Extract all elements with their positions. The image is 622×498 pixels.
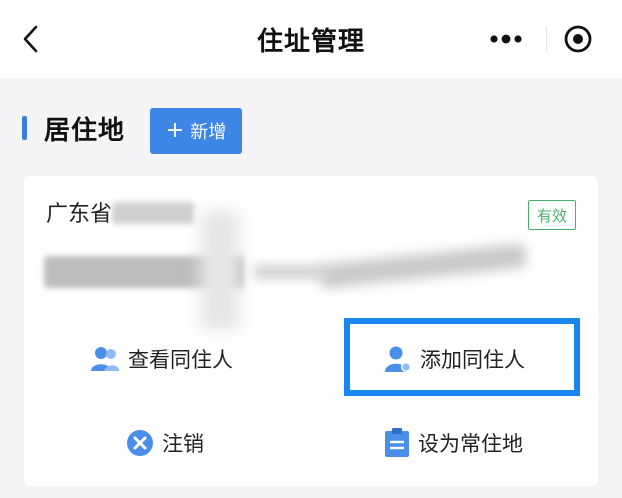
view-co-residents-button[interactable]: 查看同住人 [90, 344, 233, 374]
status-badge: 有效 [527, 200, 576, 230]
clipboard-icon [385, 428, 409, 457]
add-new-button[interactable]: + 新增 [150, 108, 242, 154]
cancel-registration-label: 注销 [162, 432, 204, 456]
set-permanent-residence-label: 设为常住地 [418, 432, 523, 456]
add-new-label: 新增 [190, 122, 227, 143]
target-close-icon [564, 25, 591, 53]
cancel-registration-button[interactable]: 注销 [126, 428, 204, 458]
redacted-smudge-1 [200, 210, 240, 330]
people-icon [91, 347, 119, 371]
nav-bar: 住址管理 [0, 0, 622, 78]
mini-program-capsule [466, 18, 608, 60]
redacted-address-line1 [112, 202, 194, 224]
more-button[interactable] [466, 18, 546, 60]
section-accent-bar [22, 116, 27, 140]
residence-section-header: 居住地 + 新增 [0, 78, 622, 178]
section-title: 居住地 [44, 116, 126, 146]
cancel-circle-icon [127, 430, 153, 456]
close-button[interactable] [547, 18, 608, 60]
more-dots-icon [490, 34, 522, 44]
highlight-frame [344, 318, 580, 396]
view-co-residents-label: 查看同住人 [128, 348, 233, 372]
redacted-smudge-3 [319, 243, 527, 289]
plus-icon: + [165, 118, 185, 143]
redacted-smudge-2 [254, 264, 324, 280]
set-permanent-residence-button[interactable]: 设为常住地 [384, 428, 523, 458]
address-card[interactable]: 广东省 有效 查看同住人 添加同住人 注销 设为常住地 [24, 176, 598, 486]
address-province: 广东省 [46, 202, 113, 227]
